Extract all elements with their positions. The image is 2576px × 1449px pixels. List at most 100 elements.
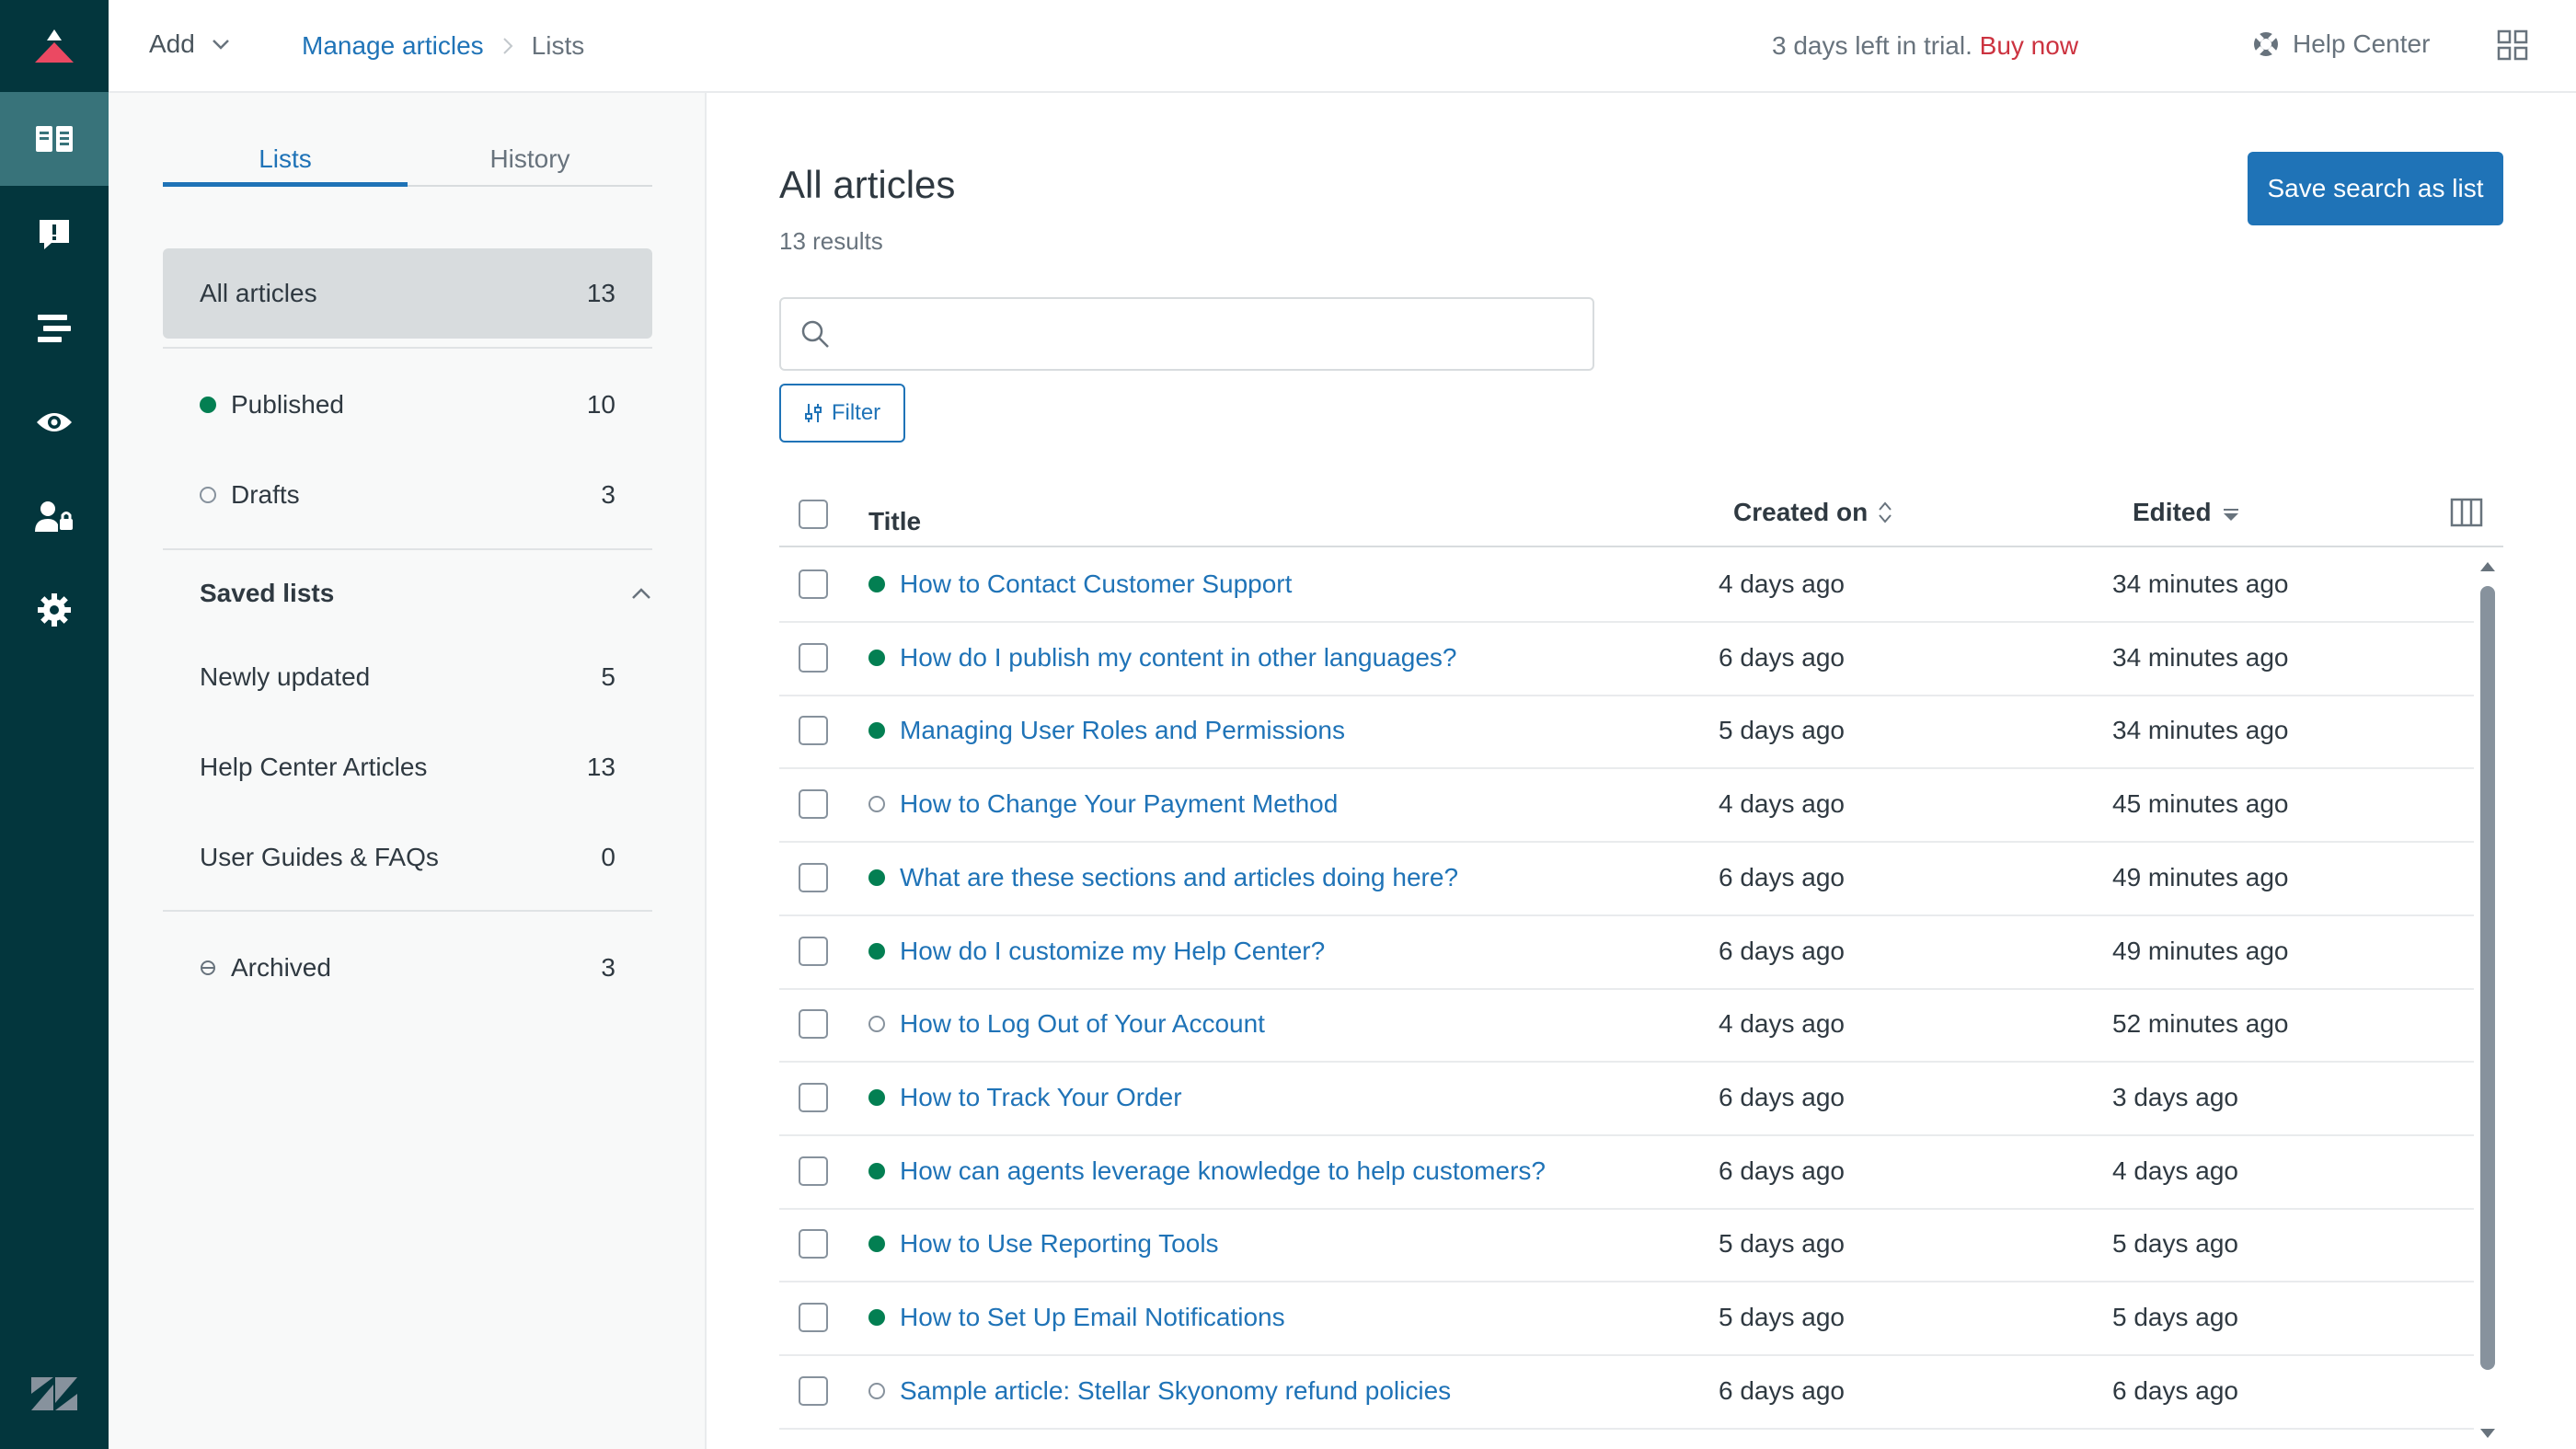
row-checkbox[interactable] — [799, 862, 828, 892]
help-center-label: Help Center — [2293, 29, 2431, 58]
column-edited[interactable]: Edited — [2133, 498, 2241, 527]
add-label: Add — [149, 29, 195, 58]
sidebar-tabs: Lists History — [163, 141, 652, 187]
column-created-on[interactable]: Created on — [1733, 498, 1893, 527]
row-checkbox[interactable] — [799, 1229, 828, 1259]
list-label: Archived — [231, 953, 331, 982]
filter-button[interactable]: Filter — [779, 384, 905, 443]
saved-list-help-center-articles[interactable]: Help Center Articles 13 — [163, 722, 652, 812]
column-title[interactable]: Title — [868, 507, 921, 536]
edited-cell: 3 days ago — [2112, 1082, 2238, 1111]
top-bar: Add Manage articles Lists 3 days left in… — [109, 0, 2576, 93]
table-row[interactable]: How can agents leverage knowledge to hel… — [779, 1136, 2474, 1210]
scroll-up-arrow-icon — [2480, 562, 2495, 571]
results-count: 13 results — [779, 227, 883, 255]
page-title: All articles — [779, 163, 956, 206]
list-item-drafts[interactable]: Drafts 3 — [163, 450, 652, 540]
article-link[interactable]: Sample article: Stellar Skyonomy refund … — [900, 1376, 1451, 1406]
apps-grid-icon[interactable] — [2497, 29, 2528, 65]
published-status-icon — [868, 1309, 885, 1326]
scrollbar-thumb[interactable] — [2480, 586, 2495, 1370]
row-checkbox[interactable] — [799, 1303, 828, 1332]
saved-lists-heading: Saved lists — [200, 579, 335, 607]
row-checkbox[interactable] — [799, 1156, 828, 1186]
guide-logo-icon[interactable] — [0, 0, 109, 92]
edited-cell: 5 days ago — [2112, 1303, 2238, 1331]
article-link[interactable]: How can agents leverage knowledge to hel… — [900, 1156, 1546, 1186]
list-count: 13 — [586, 753, 615, 781]
select-all-checkbox[interactable] — [799, 500, 828, 529]
article-link[interactable]: What are these sections and articles doi… — [900, 863, 1458, 892]
created-on-cell: 6 days ago — [1719, 936, 1845, 965]
saved-list-user-guides[interactable]: User Guides & FAQs 0 — [163, 812, 652, 903]
knowledge-icon[interactable] — [0, 92, 109, 186]
saved-lists-toggle[interactable]: Saved lists — [200, 579, 652, 608]
zendesk-logo-icon[interactable] — [0, 1357, 109, 1431]
row-checkbox[interactable] — [799, 569, 828, 599]
table-row[interactable]: How to Change Your Payment Method 4 days … — [779, 769, 2474, 844]
list-label: Drafts — [231, 480, 300, 509]
list-item-archived[interactable]: Archived 3 — [163, 923, 652, 1013]
list-item-all-articles[interactable]: All articles 13 — [163, 248, 652, 339]
article-link[interactable]: How to Track Your Order — [900, 1083, 1182, 1112]
table-row[interactable]: How do I publish my content in other lan… — [779, 623, 2474, 696]
article-title-cell: Sample article: Stellar Skyonomy refund … — [868, 1376, 1451, 1406]
published-status-icon — [868, 1162, 885, 1179]
saved-list-newly-updated[interactable]: Newly updated 5 — [163, 632, 652, 722]
table-row[interactable]: How to Contact Customer Support 4 days ag… — [779, 549, 2474, 623]
article-link[interactable]: How do I publish my content in other lan… — [900, 643, 1457, 673]
created-on-cell: 5 days ago — [1719, 1229, 1845, 1259]
row-checkbox[interactable] — [799, 1375, 828, 1406]
feedback-icon[interactable] — [0, 188, 109, 282]
row-checkbox[interactable] — [799, 936, 828, 966]
arrange-icon[interactable] — [0, 282, 109, 375]
table-scrollbar[interactable] — [2477, 560, 2499, 1443]
view-icon[interactable] — [0, 375, 109, 469]
breadcrumb-current: Lists — [531, 31, 585, 60]
list-item-published[interactable]: Published 10 — [163, 360, 652, 450]
table-row[interactable]: Managing User Roles and Permissions 5 day… — [779, 696, 2474, 770]
filter-label: Filter — [831, 400, 881, 425]
article-title-cell: How to Use Reporting Tools — [868, 1229, 1219, 1259]
table-row[interactable]: How to Use Reporting Tools 5 days ago 5 da… — [779, 1209, 2474, 1283]
row-checkbox[interactable] — [799, 1009, 828, 1040]
created-on-cell: 4 days ago — [1719, 1009, 1845, 1039]
table-row[interactable]: What are these sections and articles doi… — [779, 843, 2474, 916]
user-permissions-icon[interactable] — [0, 469, 109, 563]
table-row[interactable]: Sample article: Stellar Skyonomy refund … — [779, 1356, 2474, 1430]
tab-history[interactable]: History — [408, 141, 652, 185]
table-row[interactable]: How do I customize my Help Center? 6 days… — [779, 916, 2474, 990]
article-link[interactable]: How to Change Your Payment Method — [900, 789, 1338, 819]
search-field[interactable] — [779, 297, 1594, 371]
lists-sidebar: Lists History All articles 13 Published … — [109, 93, 707, 1449]
row-checkbox[interactable] — [799, 789, 828, 820]
lifebuoy-icon — [2254, 32, 2278, 56]
scroll-down-arrow-icon — [2480, 1429, 2495, 1438]
help-center-link[interactable]: Help Center — [2252, 29, 2430, 59]
article-link[interactable]: How to Use Reporting Tools — [900, 1229, 1219, 1259]
list-label: Help Center Articles — [200, 753, 428, 781]
article-link[interactable]: Managing User Roles and Permissions — [900, 716, 1345, 745]
add-menu-button[interactable]: Add — [149, 29, 230, 59]
column-chooser-icon[interactable] — [2450, 498, 2483, 534]
article-link[interactable]: How to Log Out of Your Account — [900, 1009, 1265, 1039]
tab-lists[interactable]: Lists — [163, 141, 408, 187]
article-link[interactable]: How to Contact Customer Support — [900, 569, 1292, 599]
breadcrumb-manage-articles[interactable]: Manage articles — [302, 31, 484, 61]
row-checkbox[interactable] — [799, 1082, 828, 1112]
row-checkbox[interactable] — [799, 716, 828, 746]
save-search-button[interactable]: Save search as list — [2248, 152, 2503, 225]
article-link[interactable]: How to Set Up Email Notifications — [900, 1303, 1285, 1332]
table-row[interactable]: How to Log Out of Your Account 4 days ago… — [779, 989, 2474, 1064]
article-link[interactable]: How do I customize my Help Center? — [900, 937, 1325, 966]
buy-now-link[interactable]: Buy now — [1980, 31, 2078, 60]
row-checkbox[interactable] — [799, 642, 828, 673]
column-label: Created on — [1733, 498, 1869, 526]
table-row[interactable]: How to Set Up Email Notifications 5 days … — [779, 1282, 2474, 1356]
table-row[interactable]: How to Track Your Order 6 days ago 3 days … — [779, 1063, 2474, 1136]
sort-descending-icon — [2223, 509, 2238, 521]
article-title-cell: How do I customize my Help Center? — [868, 937, 1325, 966]
list-label: Published — [231, 390, 344, 419]
list-count: 5 — [601, 662, 615, 691]
settings-icon[interactable] — [0, 563, 109, 657]
